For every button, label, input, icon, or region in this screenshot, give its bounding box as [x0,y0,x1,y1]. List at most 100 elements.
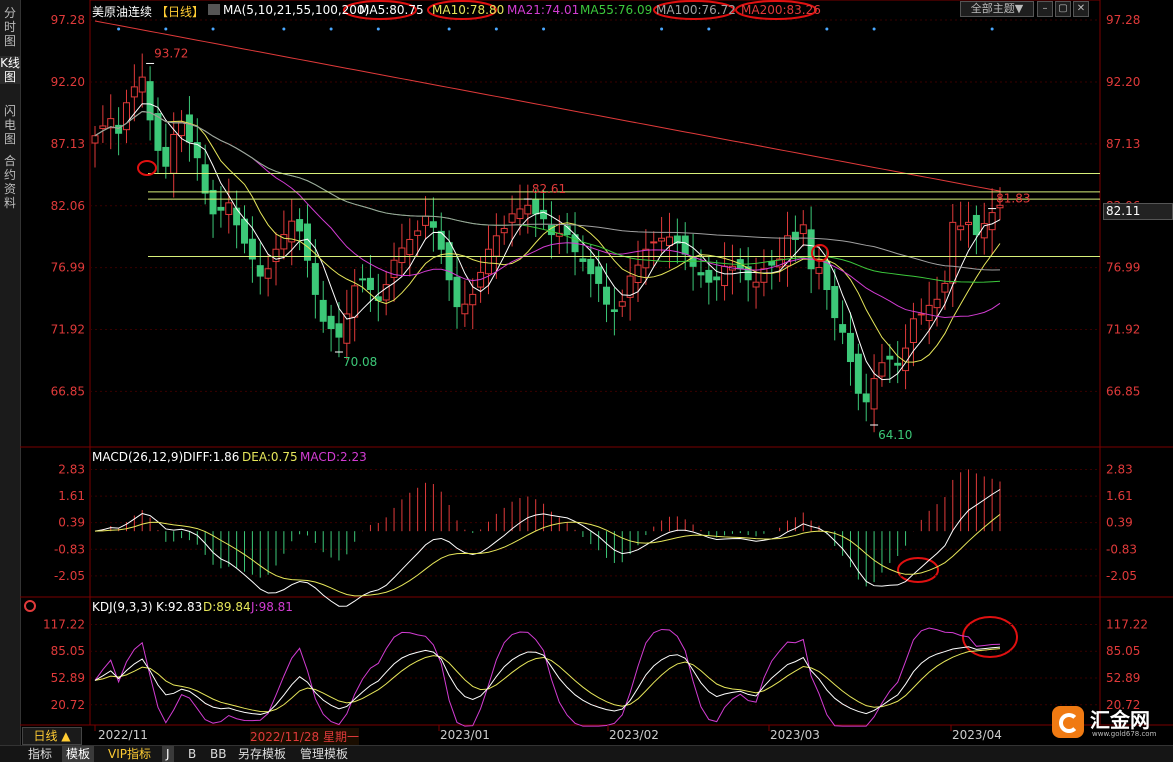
candle-body [972,214,980,236]
plot-frame [89,0,1101,726]
restore-icon[interactable]: ▢ [1055,1,1071,17]
close-icon[interactable]: ✕ [1073,1,1089,17]
signal-dot [117,27,121,31]
signal-dot [825,27,829,31]
candle-body [99,125,107,129]
candle-body [862,393,870,403]
kdj-tick-left: 117.22 [43,617,85,631]
candle-body [225,202,233,215]
price-tick-left: 87.13 [51,137,85,151]
candle-body [217,206,225,211]
date-label-2023-02: 2023/02 [609,728,659,742]
ma55-value: MA55:76.09 [580,3,653,17]
candle-body [264,268,272,279]
macd-label: MACD(26,12,9) [92,450,184,464]
candle-body [359,278,367,281]
candle-body [823,260,831,291]
price-annotation: 70.08 [343,355,377,369]
kdj-k: K:92.83 [156,600,203,614]
kdj-tick-left: 85.05 [51,644,85,658]
ma21-value: MA21:74.01 [507,3,580,17]
tab-templates[interactable]: 模板 [62,746,95,762]
candle-body [311,263,319,295]
price-tick-left: 66.85 [51,384,85,398]
candle-body [603,286,611,305]
date-label-2022-11: 2022/11 [98,728,148,742]
tab-bb[interactable]: BB [206,746,230,762]
price-tick-left: 82.06 [51,199,85,213]
candle-body [854,353,862,394]
candle-body [831,286,839,319]
signal-dot [329,27,333,31]
macd-tick-left: -2.05 [54,569,85,583]
price-annotation: 93.72 [154,46,188,60]
candle-body [697,272,705,276]
signal-dot [872,27,876,31]
kdj-indicator-icon[interactable] [24,600,36,612]
price-annotation: 64.10 [878,428,912,442]
candle-body [201,164,209,194]
signal-dot [542,27,546,31]
price-tick-right: 66.85 [1106,384,1140,398]
theme-dropdown[interactable]: 全部主题▼ [960,1,1034,17]
candle-body [760,268,768,283]
tab-save-template[interactable]: 另存模板 [234,746,290,762]
candle-body [178,121,186,137]
price-annotation: 82.61 [532,182,566,196]
tab-indicators[interactable]: 指标 [24,746,56,762]
candle-body [524,204,532,215]
price-tick-right: 97.28 [1106,13,1140,27]
ma100-value: MA100:76.72 [656,3,736,17]
candle-body [484,248,492,275]
macd-tick-right: 0.39 [1106,516,1133,530]
signal-dot [707,27,711,31]
candle-body [170,133,178,174]
candle-body [469,293,477,306]
kdj-d-line [94,648,1001,713]
candle-body [642,248,650,269]
highlight-circle [137,160,157,176]
cursor-date: 2022/11/28 星期一 [250,728,359,745]
candle-body [941,282,949,293]
price-tick-left: 92.20 [51,75,85,89]
macd-dea-line [94,513,1001,597]
candle-body [925,304,933,322]
macd-tick-right: -0.83 [1106,542,1137,556]
tab-manage-template[interactable]: 管理模板 [296,746,352,762]
candle-body [878,362,886,377]
candle-body [894,362,902,366]
date-label-2023-03: 2023/03 [770,728,820,742]
candle-body [713,276,721,281]
current-price-badge: 82.11 [1103,203,1173,220]
candle-body [248,238,256,260]
candle-body [996,204,1004,209]
tab-vip-indicators[interactable]: VIP指标 [104,746,155,762]
macd-value: MACD:2.23 [300,450,367,464]
price-tick-right: 76.99 [1106,261,1140,275]
candle-body [595,266,603,284]
date-label-2023-01: 2023/01 [440,728,490,742]
candle-body [886,355,894,360]
candle-body [241,218,249,244]
minimize-icon[interactable]: – [1037,1,1053,17]
ma-settings-icon[interactable] [208,4,220,15]
kdj-tick-left: 20.72 [51,698,85,712]
candle-body [988,212,996,231]
candle-body [957,225,965,231]
period-selector[interactable]: 日线 ▲ [22,727,82,745]
kdj-tick-right: 117.22 [1106,617,1148,631]
kdj-tick-left: 52.89 [51,671,85,685]
candle-body [909,318,917,343]
kdj-j-line [94,627,1001,727]
candle-body [319,299,327,322]
tab-b[interactable]: B [184,746,200,762]
chart-canvas[interactable]: 97.2897.2892.2092.2087.1387.1382.0682.06… [0,0,1173,745]
candle-body [461,303,469,315]
candle-body [610,309,618,312]
candle-body [209,189,217,215]
signal-dot [990,27,994,31]
candle-body [91,135,99,144]
tab-j[interactable]: J [162,746,174,762]
candle-body [846,332,854,363]
logo-text: 汇金网 [1090,708,1150,732]
